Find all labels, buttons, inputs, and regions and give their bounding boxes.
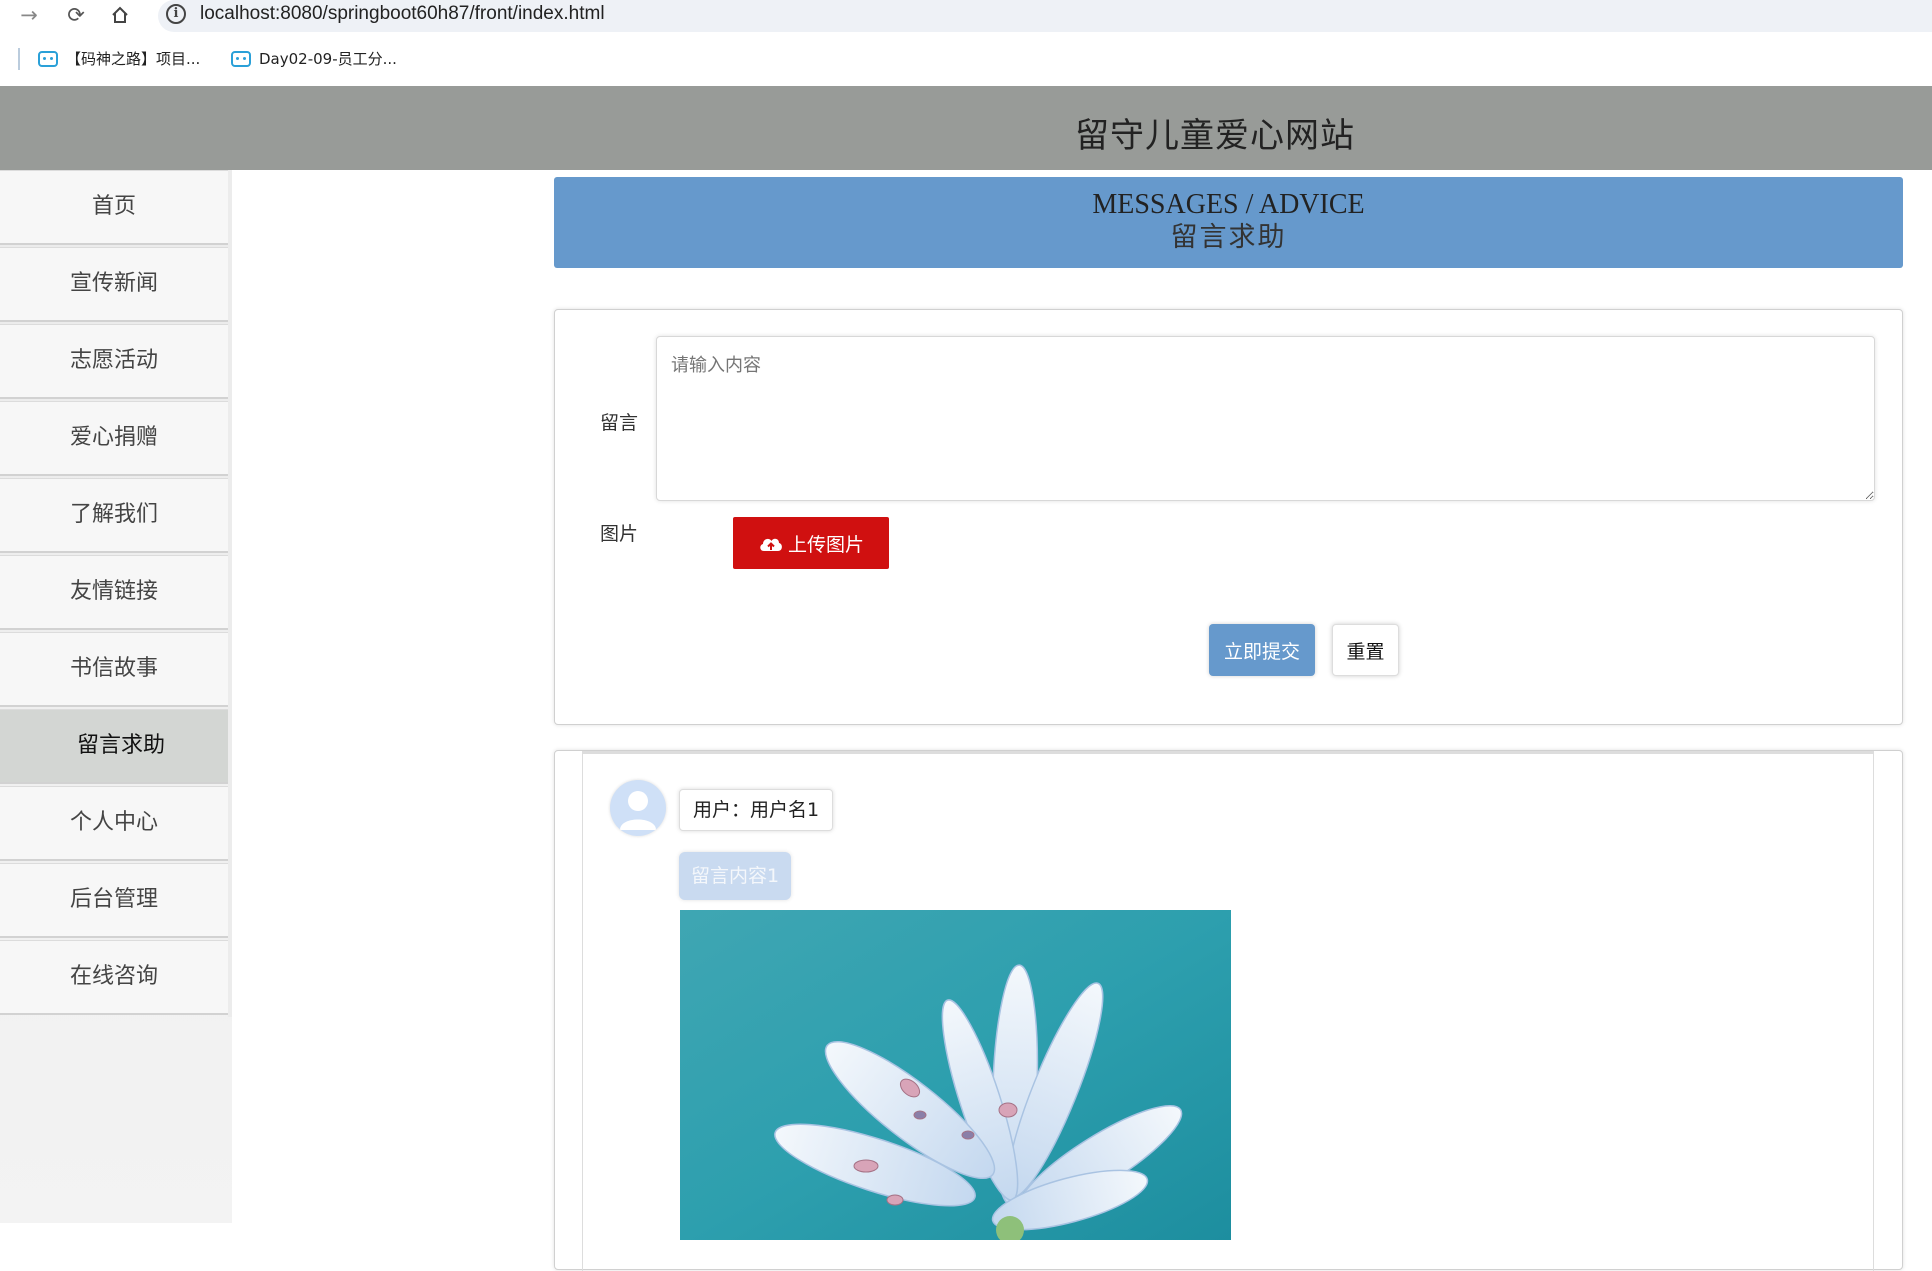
url-text[interactable]: localhost:8080/springboot60h87/front/ind… [200,3,605,25]
bookmark-label: 【码神之路】项目... [66,50,201,68]
message-form: 留言 图片 上传图片 立即提交 重置 [554,309,1903,725]
bookmark-item[interactable]: 【码神之路】项目... [38,48,200,69]
user-icon [620,791,656,830]
flower-photo[interactable] [680,910,1231,1240]
sidebar-item-donation[interactable]: 爱心捐赠 [0,401,228,476]
sidebar-item-consult[interactable]: 在线咨询 [0,940,228,1015]
sidebar: 首页 宣传新闻 志愿活动 爱心捐赠 了解我们 友情链接 书信故事 留言求助 个人… [0,170,232,1223]
sidebar-item-about[interactable]: 了解我们 [0,478,228,553]
image-label: 图片 [600,523,639,545]
sidebar-item-messages[interactable]: 留言求助 [0,709,228,784]
section-banner: MESSAGES / ADVICE 留言求助 [554,177,1903,268]
reset-button[interactable]: 重置 [1332,624,1399,676]
bilibili-icon [38,50,58,67]
message-list: 用户：用户名1 留言内容1 [554,750,1903,1271]
sidebar-item-links[interactable]: 友情链接 [0,555,228,630]
bookmark-item[interactable]: Day02-09-员工分... [231,48,397,69]
site-info-icon[interactable]: i [166,4,186,24]
site-title: 留守儿童爱心网站 [1075,116,1355,156]
message-label: 留言 [600,412,639,434]
sidebar-item-letters[interactable]: 书信故事 [0,632,228,707]
home-icon[interactable] [107,2,133,28]
bookmark-label: Day02-09-员工分... [259,50,397,68]
message-item: 用户：用户名1 留言内容1 [582,751,1874,1271]
cloud-upload-icon [760,538,782,551]
upload-image-button[interactable]: 上传图片 [733,517,889,569]
forward-icon[interactable]: → [16,2,42,28]
browser-address-bar: → ⟳ i localhost:8080/springboot60h87/fro… [0,0,1932,32]
sidebar-item-home[interactable]: 首页 [0,170,228,245]
sidebar-item-news[interactable]: 宣传新闻 [0,247,228,322]
bilibili-icon [231,50,251,67]
message-content: 留言内容1 [679,852,792,900]
sidebar-item-admin[interactable]: 后台管理 [0,863,228,938]
sidebar-item-volunteer[interactable]: 志愿活动 [0,324,228,399]
upload-label: 上传图片 [787,533,864,556]
flower-image [680,910,1231,1240]
site-header: 留守儿童爱心网站 [0,86,1932,170]
banner-title-en: MESSAGES / ADVICE [1092,189,1365,220]
message-input[interactable] [656,336,1875,501]
sidebar-divider [228,170,232,1017]
submit-button[interactable]: 立即提交 [1209,624,1315,676]
reload-icon[interactable]: ⟳ [63,2,89,28]
message-user: 用户：用户名1 [679,789,834,831]
banner-title-cn: 留言求助 [1170,222,1287,252]
bookmarks-divider [18,48,20,70]
sidebar-item-profile[interactable]: 个人中心 [0,786,228,861]
avatar [610,780,666,836]
